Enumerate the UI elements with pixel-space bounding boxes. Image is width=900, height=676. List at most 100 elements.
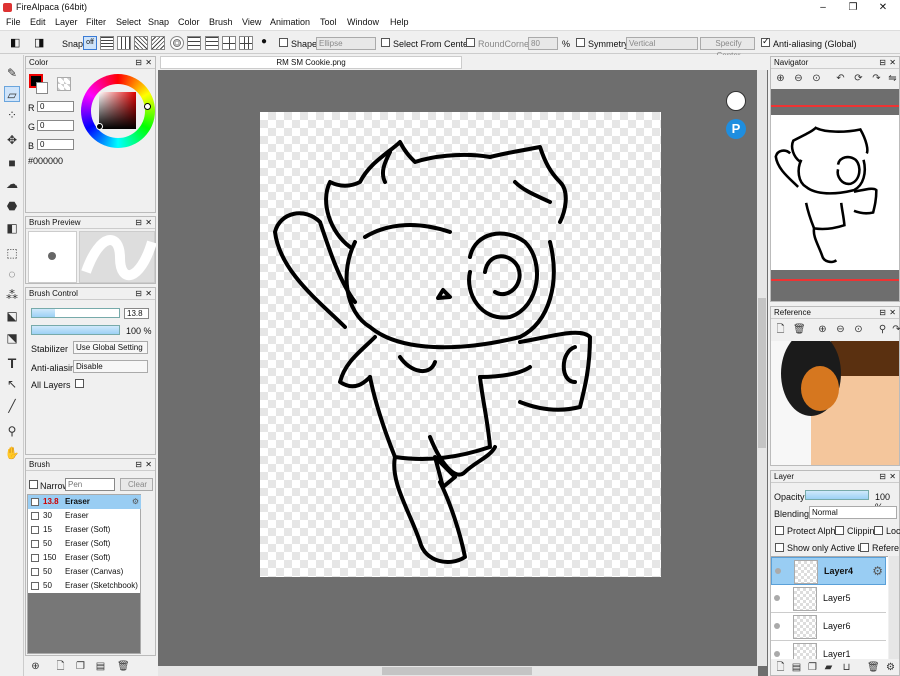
panel-left-icon[interactable]: ◧ xyxy=(10,36,20,49)
select-pen-icon[interactable]: ⬕ xyxy=(4,308,20,324)
folder-icon[interactable]: ▰ xyxy=(823,662,834,673)
new-layer-icon[interactable]: 🗋 xyxy=(775,662,786,673)
select-rect-icon[interactable]: ⬚ xyxy=(4,245,20,261)
brush-item[interactable]: 30 Eraser xyxy=(28,509,141,523)
vertical-scrollbar[interactable] xyxy=(757,70,767,666)
rotate-left-icon[interactable]: ↶ xyxy=(835,73,846,84)
all-layers-checkbox[interactable] xyxy=(75,379,84,388)
brush-item[interactable]: 50 Eraser (Sketchbook) xyxy=(28,579,141,593)
menu-layer[interactable]: Layer xyxy=(55,17,78,27)
pin-icon[interactable]: ⊟ xyxy=(879,57,886,69)
zoom-out-icon[interactable]: ⊖ xyxy=(835,324,846,335)
b-field[interactable]: 0 xyxy=(37,139,74,150)
snap-circle-icon[interactable] xyxy=(170,36,184,50)
reference-checkbox[interactable] xyxy=(860,543,869,552)
add-brush-icon[interactable]: ⊕ xyxy=(30,661,41,672)
anti-aliasing-checkbox[interactable] xyxy=(761,36,770,47)
vertical-scroll-thumb[interactable] xyxy=(758,298,766,448)
close-icon[interactable]: ✕ xyxy=(889,471,896,483)
layer-row[interactable]: Layer5 xyxy=(771,585,886,613)
duplicate-layer-icon[interactable]: ❐ xyxy=(807,662,818,673)
rotate-reset-icon[interactable]: ⟳ xyxy=(853,73,864,84)
snap-radial-icon[interactable] xyxy=(151,36,165,50)
lasso-fill-icon[interactable]: ☁ xyxy=(4,176,20,192)
lock-checkbox[interactable] xyxy=(874,526,883,535)
menu-snap[interactable]: Snap xyxy=(148,17,169,27)
layer-row[interactable]: Layer6 xyxy=(771,613,886,641)
clear-button[interactable]: Clear xyxy=(120,478,153,491)
pin-icon[interactable]: ⊟ xyxy=(879,307,886,319)
close-icon[interactable]: ✕ xyxy=(145,288,152,300)
symmetry-checkbox[interactable] xyxy=(576,38,585,47)
zoom-fit-icon[interactable]: ⊙ xyxy=(853,324,864,335)
horizontal-scrollbar[interactable] xyxy=(158,666,758,676)
specify-center-button[interactable]: Specify Center xyxy=(700,37,755,60)
hue-handle[interactable] xyxy=(144,103,151,110)
brush-item[interactable]: 13.8 Eraser ⚙ xyxy=(28,495,141,509)
zoom-in-icon[interactable]: ⊕ xyxy=(775,73,786,84)
shape-dropdown[interactable]: Ellipse xyxy=(316,37,376,50)
protect-alpha-checkbox[interactable] xyxy=(775,526,784,535)
mascot-icon[interactable] xyxy=(726,91,746,111)
close-icon[interactable]: ✕ xyxy=(889,307,896,319)
pin-icon[interactable]: ⊟ xyxy=(879,471,886,483)
brush-item-checkbox[interactable] xyxy=(31,498,39,506)
eyedropper-icon[interactable]: ⚲ xyxy=(4,423,20,439)
size-slider[interactable] xyxy=(31,308,120,318)
folder-icon[interactable]: ▤ xyxy=(95,661,106,672)
drawing-canvas[interactable] xyxy=(260,112,661,577)
size-field[interactable]: 13.8 xyxy=(124,308,149,319)
r-field[interactable]: 0 xyxy=(37,101,74,112)
visibility-icon[interactable] xyxy=(774,595,780,601)
opacity-slider[interactable] xyxy=(31,325,120,335)
visibility-icon[interactable] xyxy=(774,651,780,657)
select-from-center-checkbox[interactable] xyxy=(381,38,390,47)
horizontal-scroll-thumb[interactable] xyxy=(382,667,532,675)
menu-view[interactable]: View xyxy=(242,17,261,27)
dot-pen-icon[interactable]: ⁘ xyxy=(4,107,20,123)
g-field[interactable]: 0 xyxy=(37,120,74,131)
menu-select[interactable]: Select xyxy=(116,17,141,27)
merge-down-icon[interactable]: ⊔ xyxy=(841,662,852,673)
transparent-color-swatch[interactable] xyxy=(57,77,71,91)
snap-off-button[interactable]: off xyxy=(83,36,97,50)
layer-opacity-slider[interactable] xyxy=(805,490,869,500)
rotate-icon[interactable]: ↷ xyxy=(891,324,900,335)
clipping-checkbox[interactable] xyxy=(835,526,844,535)
brush-item[interactable]: 50 Eraser (Canvas) xyxy=(28,565,141,579)
zoom-fit-icon[interactable]: ⊙ xyxy=(811,73,822,84)
minimize-icon[interactable]: – xyxy=(808,0,838,15)
brush-item-checkbox[interactable] xyxy=(31,526,39,534)
visibility-icon[interactable] xyxy=(775,568,781,574)
stabilizer-dropdown[interactable]: Use Global Setting xyxy=(73,341,148,354)
delete-reference-icon[interactable]: 🗑 xyxy=(793,324,806,335)
zoom-in-icon[interactable]: ⊕ xyxy=(817,324,828,335)
blending-dropdown[interactable]: Normal xyxy=(809,506,897,519)
menu-tool[interactable]: Tool xyxy=(320,17,337,27)
hand-icon[interactable]: ✋ xyxy=(4,445,20,461)
close-icon[interactable]: ✕ xyxy=(145,57,152,69)
close-icon[interactable]: ✕ xyxy=(145,217,152,229)
brush-item-checkbox[interactable] xyxy=(31,540,39,548)
brush-item-checkbox[interactable] xyxy=(31,512,39,520)
zoom-out-icon[interactable]: ⊖ xyxy=(793,73,804,84)
snap-grid3-icon[interactable] xyxy=(239,36,253,50)
menu-help[interactable]: Help xyxy=(390,17,409,27)
gear-icon[interactable]: ⚙ xyxy=(132,495,139,509)
divide-icon[interactable]: ╱ xyxy=(4,398,20,414)
antialias-dropdown[interactable]: Disable xyxy=(73,360,148,373)
menu-edit[interactable]: Edit xyxy=(30,17,46,27)
text-icon[interactable]: T xyxy=(4,355,20,371)
rotate-right-icon[interactable]: ↷ xyxy=(871,73,882,84)
document-tab[interactable]: RM SM Cookie.png xyxy=(160,56,462,69)
delete-brush-icon[interactable]: 🗑 xyxy=(117,661,130,672)
close-icon[interactable]: ✕ xyxy=(145,459,152,471)
duplicate-brush-icon[interactable]: ❐ xyxy=(75,661,86,672)
round-corner-checkbox[interactable] xyxy=(466,38,475,47)
gradient-icon[interactable]: ◧ xyxy=(4,220,20,236)
pin-icon[interactable]: ⊟ xyxy=(135,217,142,229)
menu-filter[interactable]: Filter xyxy=(86,17,106,27)
menu-animation[interactable]: Animation xyxy=(270,17,310,27)
round-corner-dropdown[interactable]: 80 xyxy=(528,37,558,50)
patreon-icon[interactable]: P xyxy=(726,119,746,139)
